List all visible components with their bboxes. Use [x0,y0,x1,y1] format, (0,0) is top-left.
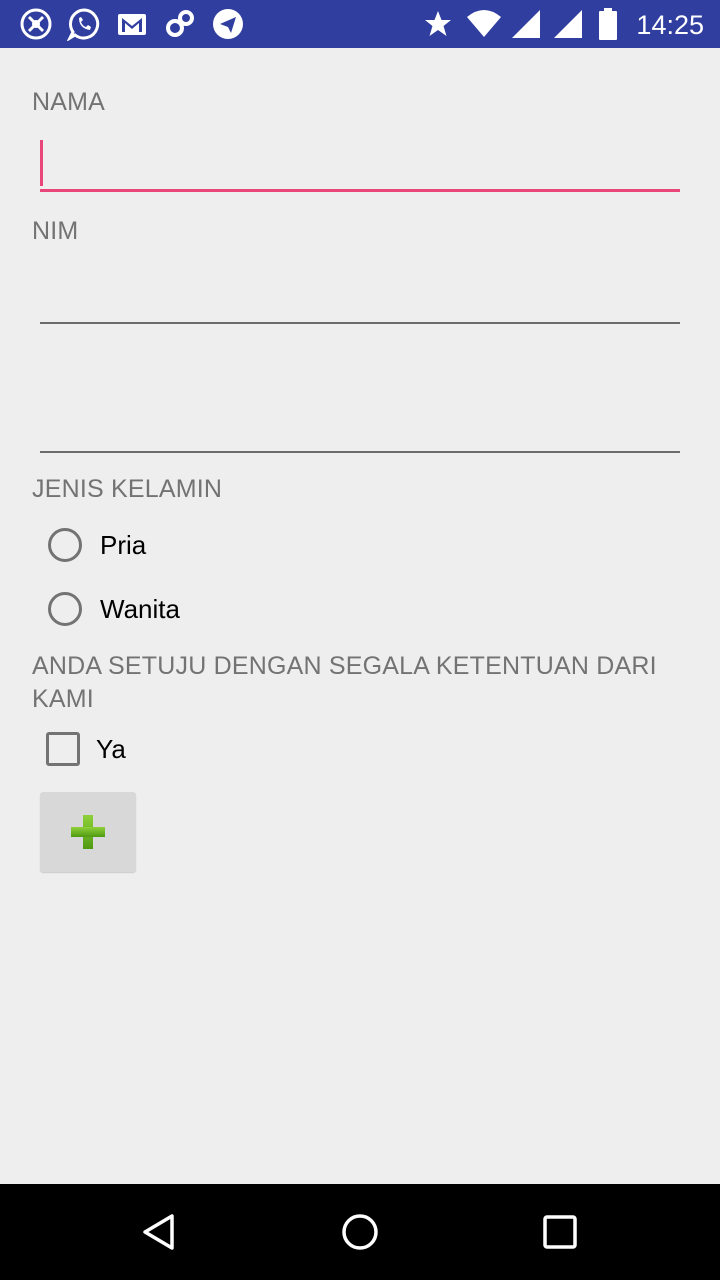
navigation-bar [0,1184,720,1280]
nim-field[interactable] [40,272,692,324]
whatsapp-icon [66,6,102,42]
gender-label: JENIS KELAMIN [32,475,223,503]
terms-label: ANDA SETUJU DENGAN SEGALA KETENTUAN DARI… [32,652,657,713]
battery-icon [590,6,626,42]
nama-input[interactable] [40,140,692,188]
terms-checkbox-label: Ya [96,733,126,764]
form-container: NAMA NIM JENIS KELAMIN Pria Wanita ANDA … [0,48,720,1184]
extra-field[interactable] [40,401,692,453]
signal-icon [508,6,544,42]
app-notification-icon [18,6,54,42]
terms-checkbox[interactable] [46,732,80,766]
wifi-icon [466,6,502,42]
add-button[interactable] [40,792,136,872]
recents-icon[interactable] [536,1208,584,1256]
radio-wanita[interactable]: Wanita [48,584,180,634]
status-bar: 14:25 [0,0,720,48]
home-icon[interactable] [336,1208,384,1256]
back-icon[interactable] [136,1208,184,1256]
nama-field[interactable] [40,140,692,192]
terms-checkbox-row[interactable]: Ya [46,724,126,774]
plus-icon [71,815,105,849]
radio-label-wanita: Wanita [100,593,180,624]
radio-label-pria: Pria [100,529,147,560]
radio-pria[interactable]: Pria [48,520,146,570]
nim-label: NIM [32,217,79,245]
radio-button[interactable] [48,528,82,562]
radio-button[interactable] [48,592,82,626]
nim-input[interactable] [40,272,692,320]
nama-label: NAMA [32,88,106,116]
status-time: 14:25 [636,10,704,40]
link-app-icon [162,6,198,42]
extra-input[interactable] [40,401,692,449]
nim-underline [40,322,680,324]
signal-icon [550,6,586,42]
gmail-icon [114,6,150,42]
star-icon [420,6,456,42]
nama-underline [40,189,680,192]
telegram-icon [210,6,246,42]
extra-underline [40,451,680,453]
